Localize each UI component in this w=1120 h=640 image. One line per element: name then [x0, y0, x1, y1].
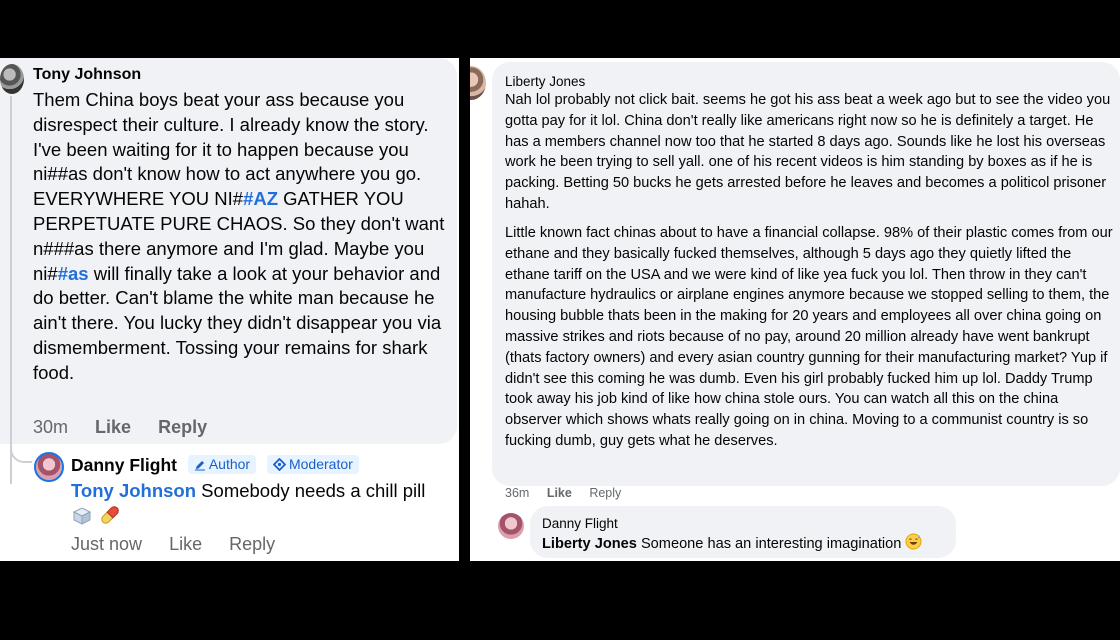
- comment-paragraph-1: Nah lol probably not click bait. seems h…: [505, 92, 1111, 212]
- moderator-icon: [272, 457, 287, 472]
- ice-cube-emoji: [71, 506, 93, 533]
- comment-paragraph-2: Little known fact chinas about to have a…: [505, 225, 1113, 449]
- hashtag-link[interactable]: #AZ: [243, 188, 278, 209]
- comment-text-segment: will finally take a look at your behavio…: [33, 262, 442, 383]
- comment-author[interactable]: Tony Johnson: [33, 66, 141, 84]
- reply-text: Liberty Jones Someone has an interesting…: [542, 533, 952, 556]
- reply-button[interactable]: Reply: [158, 417, 207, 438]
- author-badge: Author: [187, 455, 257, 474]
- left-comment-screenshot: Tony Johnson Them China boys beat your a…: [0, 58, 459, 561]
- thread-line: [10, 96, 12, 484]
- reply-text-content: Somebody needs a chill pill: [196, 480, 426, 501]
- reply-author-line: Danny Flight Author Moderator: [71, 455, 359, 476]
- avatar[interactable]: [34, 452, 64, 482]
- avatar[interactable]: [498, 513, 524, 539]
- reply-connector: [10, 436, 32, 463]
- reply-author[interactable]: Danny Flight: [71, 455, 177, 475]
- author-badge-label: Author: [208, 456, 251, 472]
- right-comment-screenshot: Liberty Jones Nah lol probably not click…: [470, 58, 1120, 561]
- grinning-sweat-emoji: [905, 533, 922, 556]
- mention-link[interactable]: Tony Johnson: [71, 480, 196, 501]
- timestamp[interactable]: Just now: [71, 534, 142, 555]
- comment-author[interactable]: Liberty Jones: [505, 74, 585, 89]
- comment-text: Them China boys beat your ass because yo…: [33, 88, 451, 386]
- comment-actions: 30m Like Reply: [33, 417, 207, 438]
- reply-author[interactable]: Danny Flight: [542, 516, 618, 531]
- like-button[interactable]: Like: [547, 486, 572, 500]
- like-button[interactable]: Like: [95, 417, 131, 438]
- reply-button[interactable]: Reply: [229, 534, 275, 555]
- moderator-badge-label: Moderator: [288, 456, 353, 472]
- reply-text: Tony Johnson Somebody needs a chill pill: [71, 479, 441, 533]
- hashtag-link[interactable]: #as: [58, 263, 89, 284]
- reply-button[interactable]: Reply: [589, 486, 621, 500]
- reply-text-content: Someone has an interesting imagination: [636, 536, 902, 552]
- like-button[interactable]: Like: [169, 534, 202, 555]
- avatar[interactable]: [470, 66, 486, 100]
- pill-emoji: [98, 504, 122, 533]
- moderator-badge: Moderator: [266, 455, 359, 474]
- timestamp[interactable]: 30m: [33, 417, 68, 438]
- avatar[interactable]: [0, 64, 24, 94]
- comment-actions: 36m Like Reply: [505, 486, 621, 500]
- pencil-icon: [194, 461, 205, 471]
- mention-link[interactable]: Liberty Jones: [542, 536, 637, 552]
- timestamp[interactable]: 36m: [505, 486, 529, 500]
- reply-actions: Just now Like Reply: [71, 534, 275, 555]
